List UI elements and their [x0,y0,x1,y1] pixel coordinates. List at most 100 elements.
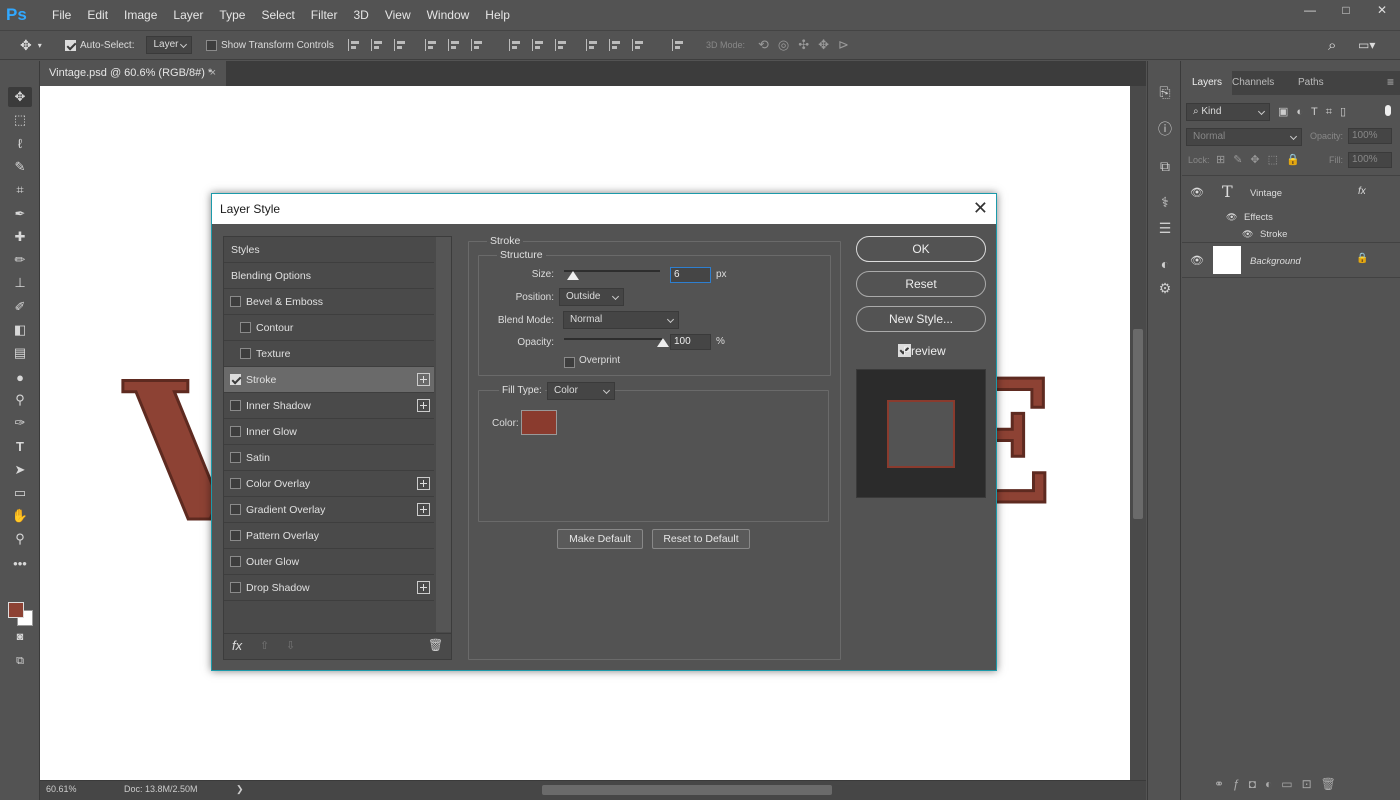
style-checkbox[interactable] [240,348,251,359]
menu-layer[interactable]: Layer [165,0,211,30]
lock-icons[interactable]: ⊞✎✥⬚🔒 [1216,153,1308,166]
gradient-tool-icon[interactable]: ▤ [8,343,32,363]
close-window-button[interactable]: ✕ [1364,0,1400,20]
eyedropper-tool-icon[interactable]: ✒ [8,204,32,224]
adjustments-panel-icon[interactable]: ☰ [1156,219,1174,237]
add-instance-plus-icon[interactable] [417,581,430,594]
layer-fx-icon[interactable]: fx [1358,186,1366,197]
workspace-icon[interactable]: ▭▾ [1358,31,1375,59]
document-tab[interactable]: Vintage.psd @ 60.6% (RGB/8#) * × [40,61,226,86]
style-checkbox[interactable] [230,374,241,385]
style-item-satin[interactable]: Satin [224,445,434,471]
ok-button[interactable]: OK [856,236,986,262]
style-checkbox[interactable] [230,504,241,515]
style-item-contour[interactable]: Contour [224,315,434,341]
styles-panel-icon[interactable]: ◐ [1156,255,1174,273]
screen-mode-icon[interactable]: ⧉ [8,651,32,671]
move-up-icon[interactable]: ⇧ [260,639,269,652]
menu-help[interactable]: Help [477,0,518,30]
stroke-color-swatch[interactable] [521,410,557,435]
style-item-inner-glow[interactable]: Inner Glow [224,419,434,445]
filter-kind-dropdown[interactable]: ⌕ Kind [1186,103,1270,121]
move-tool-icon[interactable]: ✥ [8,87,32,107]
marquee-tool-icon[interactable]: ⬚ [8,110,32,130]
3d-panel-icon[interactable]: ⚙ [1156,279,1174,297]
style-item-drop-shadow[interactable]: Drop Shadow [224,575,434,601]
delete-effect-icon[interactable]: 🗑 [428,638,443,652]
style-checkbox[interactable] [230,452,241,463]
align-top-icon[interactable] [348,39,360,51]
search-icon[interactable]: ⌕ [1328,31,1336,59]
style-checkbox[interactable] [230,400,241,411]
style-item-styles[interactable]: Styles [224,237,434,263]
hand-tool-icon[interactable]: ✋ [8,506,32,526]
layer-row-background[interactable]: 👁 Background 🔒 [1182,244,1400,278]
fill-input[interactable]: 100% [1348,152,1392,168]
style-item-gradient-overlay[interactable]: Gradient Overlay [224,497,434,523]
style-item-bevel-emboss[interactable]: Bevel & Emboss [224,289,434,315]
blend-mode-dropdown[interactable]: Normal [1186,128,1302,146]
reset-to-default-button[interactable]: Reset to Default [652,529,750,549]
zoom-tool-icon[interactable]: ⚲ [8,529,32,549]
brush-tool-icon[interactable]: ✏ [8,250,32,270]
opacity-input[interactable]: 100% [1348,128,1392,144]
close-document-icon[interactable]: × [210,61,216,86]
align-right-icon[interactable] [471,39,483,51]
add-effect-fx-icon[interactable]: fx [232,638,242,653]
move-tool-preset-icon[interactable]: ✥ ▾ [20,31,42,59]
style-item-inner-shadow[interactable]: Inner Shadow [224,393,434,419]
fill-type-dropdown[interactable]: Color [547,382,615,400]
menu-view[interactable]: View [377,0,419,30]
style-checkbox[interactable] [230,556,241,567]
move-down-icon[interactable]: ⇩ [286,639,295,652]
properties-panel-icon[interactable]: ⧉ [1156,157,1174,175]
more-tools-icon[interactable]: ••• [8,553,32,573]
close-icon[interactable]: ✕ [973,194,988,222]
style-item-stroke[interactable]: Stroke [224,367,434,393]
style-item-outer-glow[interactable]: Outer Glow [224,549,434,575]
eraser-tool-icon[interactable]: ◧ [8,320,32,340]
filter-type-icons[interactable]: ▣◐T⌗▯ [1278,105,1354,119]
layers-footer-icons[interactable]: ⚭ƒ◘◐▭⊡🗑 [1214,777,1345,791]
lasso-tool-icon[interactable]: ℓ [8,133,32,153]
3d-mode-icons[interactable]: ⟲◎✣✥⊳ [758,31,858,59]
style-item-texture[interactable]: Texture [224,341,434,367]
styles-list-scrollbar[interactable] [436,237,451,632]
style-checkbox[interactable] [230,582,241,593]
auto-select-checkbox[interactable] [65,39,76,51]
align-left-icon[interactable] [425,39,437,51]
clone-stamp-icon[interactable]: ⊥ [8,273,32,293]
style-checkbox[interactable] [230,296,241,307]
healing-brush-icon[interactable]: ✚ [8,227,32,247]
stroke-effect-label[interactable]: Stroke [1260,229,1287,240]
crop-tool-icon[interactable]: ⌗ [8,180,32,200]
reset-button[interactable]: Reset [856,271,986,297]
effects-eye-icon[interactable]: 👁 [1226,212,1237,223]
distribute-top-icon[interactable] [509,39,521,51]
style-checkbox[interactable] [230,426,241,437]
blend-mode-select[interactable]: Normal [563,311,679,329]
distribute-bottom-icon[interactable] [555,39,567,51]
rectangle-tool-icon[interactable]: ▭ [8,483,32,503]
style-checkbox[interactable] [230,530,241,541]
opacity-slider-thumb[interactable] [657,338,669,347]
size-input[interactable]: 6 [670,267,711,283]
background-visibility-eye-icon[interactable]: 👁 [1190,254,1204,267]
quick-mask-icon[interactable]: ◙ [8,627,32,647]
status-menu-arrow[interactable]: ❯ [236,784,244,795]
menu-edit[interactable]: Edit [79,0,116,30]
align-vcenter-icon[interactable] [371,39,383,51]
history-brush-icon[interactable]: ✐ [8,297,32,317]
zoom-level[interactable]: 60.61% [46,784,77,794]
horizontal-scroll-thumb[interactable] [542,785,832,795]
vertical-scrollbar[interactable] [1130,86,1146,780]
add-instance-plus-icon[interactable] [417,399,430,412]
style-checkbox[interactable] [230,478,241,489]
menu-window[interactable]: Window [419,0,478,30]
distribute-right-icon[interactable] [632,39,644,51]
add-instance-plus-icon[interactable] [417,477,430,490]
type-tool-icon[interactable]: T [8,436,32,456]
layer-row-vintage[interactable]: 👁 T Vintage fx 👁 Effects 👁 Stroke [1182,175,1400,243]
distribute-left-icon[interactable] [586,39,598,51]
add-instance-plus-icon[interactable] [417,373,430,386]
